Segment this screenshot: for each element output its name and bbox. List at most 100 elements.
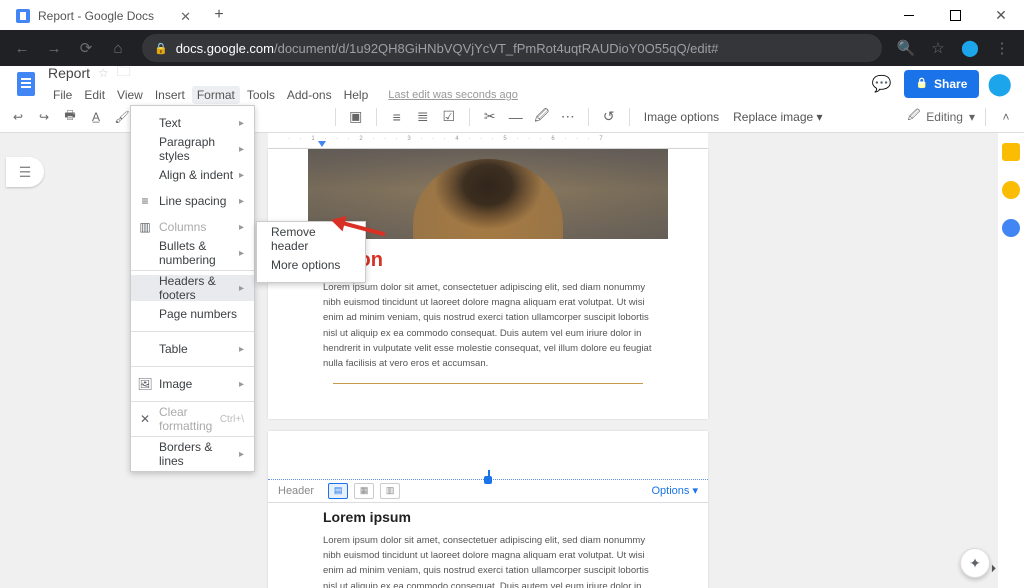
close-window-button[interactable] — [978, 0, 1024, 30]
doc-paragraph[interactable]: Lorem ipsum dolor sit amet, consectetuer… — [323, 280, 653, 371]
format-borders-lines[interactable]: Borders & lines▸ — [131, 441, 254, 467]
format-table[interactable]: Table▸ — [131, 336, 254, 362]
menu-edit[interactable]: Edit — [79, 86, 110, 104]
reload-button[interactable]: ⟳ — [72, 34, 100, 62]
document-title[interactable]: Report — [48, 65, 90, 81]
document-title-row: Report ☆ 🗀 — [48, 61, 523, 85]
explore-button[interactable]: ✦ — [960, 548, 990, 578]
window-controls — [886, 0, 1024, 30]
star-icon[interactable]: ☆ — [98, 66, 109, 80]
comment-icon[interactable]: 💬 — [868, 70, 896, 98]
image-icon: 🖼 — [137, 377, 153, 391]
page2-heading[interactable]: Lorem ipsum — [323, 509, 653, 525]
folder-icon[interactable]: 🗀 — [117, 61, 131, 85]
wrap-inline-button[interactable]: ▣ — [346, 107, 366, 127]
account-icon[interactable]: ⬤ — [987, 71, 1012, 97]
minimize-button[interactable] — [886, 0, 932, 30]
format-columns[interactable]: ▥Columns▸ — [131, 214, 254, 240]
docs-header: Report ☆ 🗀 File Edit View Insert Format … — [0, 66, 1024, 101]
ruler-marker[interactable] — [318, 141, 326, 147]
columns-icon: ▥ — [137, 220, 153, 234]
menu-format[interactable]: Format — [192, 86, 240, 104]
menu-help[interactable]: Help — [339, 86, 374, 104]
share-button[interactable]: Share — [904, 70, 980, 98]
header-options-link[interactable]: Options ▾ — [652, 484, 699, 497]
new-tab-button[interactable]: + — [207, 3, 231, 27]
header-toolbar: Header ▤ ▦ ▥ Options ▾ — [268, 479, 708, 503]
page2-paragraph[interactable]: Lorem ipsum dolor sit amet, consectetuer… — [323, 533, 653, 588]
border-color-button[interactable]: 🖉 — [532, 107, 552, 127]
last-edit-info[interactable]: Last edit was seconds ago — [383, 87, 523, 103]
menu-file[interactable]: File — [48, 86, 77, 104]
document-page-1[interactable]: uction Lorem ipsum dolor sit amet, conse… — [268, 149, 708, 419]
divider-line — [333, 383, 643, 384]
undo-button[interactable]: ↩ — [8, 107, 28, 127]
reset-image-button[interactable]: ↺ — [599, 107, 619, 127]
forward-button[interactable]: → — [40, 34, 68, 62]
format-image[interactable]: 🖼Image▸ — [131, 371, 254, 397]
keep-icon[interactable] — [1002, 181, 1020, 199]
back-button[interactable]: ← — [8, 34, 36, 62]
close-icon[interactable]: ✕ — [180, 10, 191, 23]
outline-toggle[interactable]: ☰ — [6, 157, 44, 187]
expand-toolbar-button[interactable]: ˄ — [996, 107, 1016, 127]
format-line-spacing[interactable]: ≡Line spacing▸ — [131, 188, 254, 214]
browser-titlebar: Report - Google Docs ✕ + — [0, 0, 1024, 30]
list-bullet-button[interactable]: ≡ — [387, 107, 407, 127]
format-page-numbers[interactable]: Page numbers — [131, 301, 254, 327]
docs-favicon — [16, 9, 30, 23]
docs-logo[interactable] — [12, 70, 40, 98]
redo-button[interactable]: ↪ — [34, 107, 54, 127]
main-menu: File Edit View Insert Format Tools Add-o… — [48, 86, 523, 104]
print-button[interactable]: 🖶 — [60, 107, 80, 127]
list-check-button[interactable]: ☑ — [439, 107, 459, 127]
search-icon[interactable]: 🔍 — [892, 34, 920, 62]
paint-format-button[interactable]: 🖌 — [112, 107, 132, 127]
ruler[interactable] — [268, 133, 708, 149]
list-number-button[interactable]: ≣ — [413, 107, 433, 127]
format-clear-formatting[interactable]: ✕Clear formattingCtrl+\ — [131, 406, 254, 432]
lock-icon: 🔒 — [154, 42, 168, 55]
image-options-button[interactable]: Image options — [640, 110, 723, 124]
editing-mode-dropdown[interactable]: 🖉 Editing ▾ — [907, 106, 975, 127]
line-spacing-icon: ≡ — [137, 194, 153, 208]
more-options[interactable]: More options — [257, 252, 365, 278]
remove-header[interactable]: Remove header — [257, 226, 365, 252]
url-domain: docs.google.com — [176, 41, 274, 56]
format-align-indent[interactable]: Align & indent▸ — [131, 162, 254, 188]
extension-icon[interactable]: ⬤ — [956, 34, 984, 62]
format-headers-footers[interactable]: Headers & footers▸ — [131, 275, 254, 301]
doc-heading[interactable]: uction — [323, 249, 653, 272]
star-icon[interactable]: ☆ — [924, 34, 952, 62]
url-path: /document/d/1u92QH8GiHNbVQVjYcVT_fPmRot4… — [274, 41, 718, 56]
format-menu-dropdown: Text▸ Paragraph styles▸ Align & indent▸ … — [130, 105, 255, 472]
clear-format-icon: ✕ — [137, 412, 153, 426]
menu-insert[interactable]: Insert — [150, 86, 190, 104]
calendar-icon[interactable] — [1002, 143, 1020, 161]
home-button[interactable]: ⌂ — [104, 34, 132, 62]
header-label: Header — [278, 485, 314, 497]
document-page-2[interactable]: Header ▤ ▦ ▥ Options ▾ Lorem ipsum Lorem… — [268, 431, 708, 588]
border-weight-button[interactable]: — — [506, 107, 526, 127]
header-align-center[interactable]: ▦ — [354, 483, 374, 499]
crop-button[interactable]: ✂ — [480, 107, 500, 127]
menu-addons[interactable]: Add-ons — [282, 86, 337, 104]
border-dash-button[interactable]: ⋯ — [558, 107, 578, 127]
menu-view[interactable]: View — [112, 86, 148, 104]
format-bullets-numbering[interactable]: Bullets & numbering▸ — [131, 240, 254, 266]
headers-footers-submenu: Remove header More options — [256, 221, 366, 283]
tasks-icon[interactable] — [1002, 219, 1020, 237]
side-panel — [998, 133, 1024, 588]
header-align-left[interactable]: ▤ — [328, 483, 348, 499]
browser-tab[interactable]: Report - Google Docs ✕ — [6, 2, 201, 30]
format-text[interactable]: Text▸ — [131, 110, 254, 136]
menu-tools[interactable]: Tools — [242, 86, 280, 104]
header-align-right[interactable]: ▥ — [380, 483, 400, 499]
spellcheck-button[interactable]: A̲ — [86, 107, 106, 127]
url-input[interactable]: 🔒 docs.google.com/document/d/1u92QH8GiHN… — [142, 34, 882, 62]
menu-icon[interactable]: ⋮ — [988, 34, 1016, 62]
replace-image-button[interactable]: Replace image ▾ — [729, 110, 826, 124]
tab-title: Report - Google Docs — [38, 9, 154, 23]
format-paragraph-styles[interactable]: Paragraph styles▸ — [131, 136, 254, 162]
maximize-button[interactable] — [932, 0, 978, 30]
